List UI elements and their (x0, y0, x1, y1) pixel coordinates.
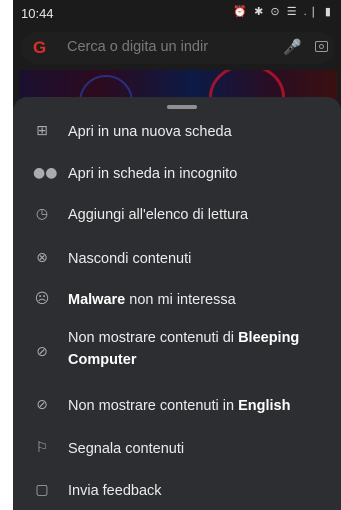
topic-name: Malware (68, 292, 126, 308)
menu-item-label: Non mostrare contenuti in English (68, 397, 290, 416)
menu-item-hide-content[interactable]: ⊗ Nascondi contenuti (13, 242, 341, 278)
menu-item-not-interested-topic[interactable]: ☹ Malware non mi interessa (13, 283, 341, 319)
status-bar: 10:44 ⏰ ✱ ⊙ ☰ .❘ ▮ (13, 0, 341, 28)
menu-item-label: Invia feedback (68, 483, 162, 499)
search-input[interactable]: Cerca o digita un indir (67, 39, 277, 55)
block-icon: ⊘ (36, 397, 48, 413)
google-logo-icon: G (33, 38, 47, 57)
menu-item-label: Nascondi contenuti (68, 251, 192, 267)
drag-handle[interactable] (167, 105, 197, 109)
menu-item-label: Malware non mi interessa (68, 291, 236, 310)
menu-item-label: Aggiungi all'elenco di lettura (68, 207, 249, 223)
phone-screen: 10:44 ⏰ ✱ ⊙ ☰ .❘ ▮ G Cerca o digita un i… (13, 0, 341, 510)
status-icons: ⏰ ✱ ⊙ ☰ .❘ ▮ (233, 6, 333, 18)
sad-face-icon: ☹ (34, 291, 50, 307)
menu-item-send-feedback[interactable]: ▢ Invia feedback (13, 474, 341, 510)
menu-item-open-incognito[interactable]: ●● Apri in scheda in incognito (13, 157, 341, 193)
menu-item-label: Segnala contenuti (68, 441, 185, 457)
search-bar[interactable]: G Cerca o digita un indir 🎤 (21, 32, 335, 64)
flag-icon: ⚐ (35, 440, 49, 456)
menu-item-reading-list[interactable]: ◷ Aggiungi all'elenco di lettura (13, 198, 341, 234)
menu-item-label: Apri in scheda in incognito (68, 166, 238, 182)
menu-item-block-source[interactable]: ⊘ Non mostrare contenuti di Bleeping Com… (13, 325, 341, 381)
context-menu-sheet: ⊞ Apri in una nuova scheda ●● Apri in sc… (13, 97, 341, 510)
incognito-icon: ●● (33, 165, 58, 181)
menu-item-label: Apri in una nuova scheda (68, 124, 232, 140)
status-time: 10:44 (21, 6, 54, 21)
menu-item-label: Non mostrare contenuti di Bleeping Compu… (68, 327, 338, 371)
label-suffix: non mi interessa (125, 292, 236, 308)
menu-item-open-new-tab[interactable]: ⊞ Apri in una nuova scheda (13, 115, 341, 151)
feedback-icon: ▢ (35, 482, 49, 498)
menu-item-block-language[interactable]: ⊘ Non mostrare contenuti in English (13, 389, 341, 425)
hide-content-icon: ⊗ (36, 250, 48, 266)
label-prefix: Non mostrare contenuti di (68, 330, 239, 346)
label-prefix: Non mostrare contenuti in (68, 398, 239, 414)
reading-list-icon: ◷ (35, 206, 49, 222)
menu-item-report-content[interactable]: ⚐ Segnala contenuti (13, 432, 341, 468)
block-icon: ⊘ (36, 344, 48, 360)
open-new-tab-icon: ⊞ (36, 123, 48, 139)
camera-lens-icon[interactable] (315, 41, 328, 52)
microphone-icon[interactable]: 🎤 (283, 38, 302, 56)
language-name: English (238, 398, 291, 414)
